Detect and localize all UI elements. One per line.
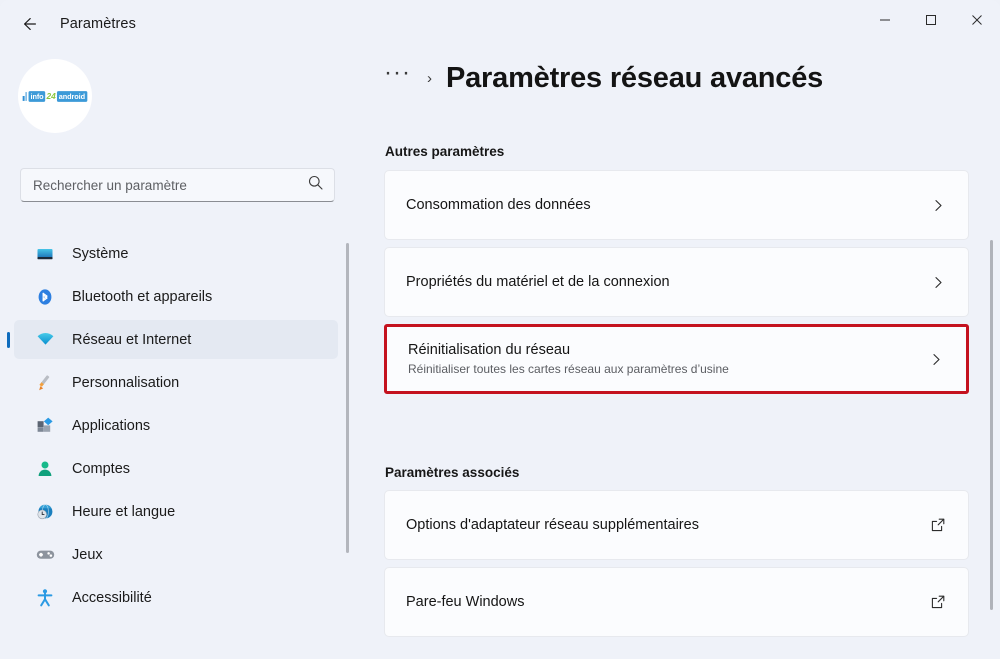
maximize-icon xyxy=(926,15,936,25)
card-text: Pare-feu Windows xyxy=(406,593,924,612)
apps-icon xyxy=(34,415,56,437)
chevron-right-icon xyxy=(922,352,944,367)
breadcrumb-separator: › xyxy=(426,70,432,87)
card-title: Propriétés du matériel et de la connexio… xyxy=(406,273,670,290)
section-heading-other-settings: Autres paramètres xyxy=(385,144,505,159)
logo-text-mid: 24 xyxy=(46,90,56,101)
card-additional-network-adapter-options[interactable]: Options d'adaptateur réseau supplémentai… xyxy=(384,490,969,560)
search-icon[interactable] xyxy=(307,174,324,196)
logo-text-right: android xyxy=(56,90,88,102)
sidebar-item-heure-et-langue[interactable]: Heure et langue xyxy=(14,492,338,531)
monitor-icon xyxy=(34,243,56,265)
search-input[interactable] xyxy=(33,177,307,193)
minimize-button[interactable] xyxy=(862,0,908,40)
card-network-reset[interactable]: Réinitialisation du réseau Réinitialiser… xyxy=(384,324,969,394)
card-title: Réinitialisation du réseau xyxy=(408,341,571,358)
sidebar-item-label: Comptes xyxy=(72,460,131,477)
back-button[interactable] xyxy=(12,8,46,40)
search-box[interactable] xyxy=(20,168,335,202)
account-row[interactable]: info 24 android xyxy=(18,59,92,133)
breadcrumb-overflow-button[interactable]: ··· xyxy=(384,58,411,88)
maximize-button[interactable] xyxy=(908,0,954,40)
close-button[interactable] xyxy=(954,0,1000,40)
sidebar-item-personnalisation[interactable]: Personnalisation xyxy=(14,363,338,402)
settings-window: Paramètres info 24 android Rechercher un… xyxy=(0,0,1000,659)
app-title: Paramètres xyxy=(60,16,136,32)
sidebar-item-label: Heure et langue xyxy=(72,503,176,520)
card-text: Propriétés du matériel et de la connexio… xyxy=(406,273,924,292)
sidebar-item-applications[interactable]: Applications xyxy=(14,406,338,445)
sidebar-item-jeux[interactable]: Jeux xyxy=(14,535,338,574)
breadcrumb: ··· › Paramètres réseau avancés xyxy=(384,59,824,95)
gamepad-icon xyxy=(34,544,56,566)
card-title: Options d'adaptateur réseau supplémentai… xyxy=(406,516,699,533)
title-bar: Paramètres xyxy=(0,0,1000,48)
chevron-right-icon xyxy=(924,198,946,213)
sidebar-item-label: Personnalisation xyxy=(72,374,180,391)
search-container xyxy=(20,168,335,202)
external-link-icon xyxy=(924,517,946,533)
main-scrollbar-thumb[interactable] xyxy=(990,240,993,610)
sidebar-nav: Système Bluetooth et appareils Réseau et… xyxy=(0,230,348,621)
sidebar: info 24 android Rechercher un paramètre … xyxy=(0,48,360,659)
sidebar-item-label: Applications xyxy=(72,417,151,434)
back-arrow-icon xyxy=(19,14,39,34)
sidebar-item-comptes[interactable]: Comptes xyxy=(14,449,338,488)
selection-indicator xyxy=(7,331,10,348)
card-text: Consommation des données xyxy=(406,196,924,215)
sidebar-scrollbar-thumb[interactable] xyxy=(346,243,349,553)
minimize-icon xyxy=(880,19,890,21)
bluetooth-icon xyxy=(34,286,56,308)
logo-bars-icon xyxy=(22,91,28,101)
page-title: Paramètres réseau avancés xyxy=(445,62,824,94)
sidebar-item-label: Réseau et Internet xyxy=(72,331,192,348)
sidebar-item-bluetooth[interactable]: Bluetooth et appareils xyxy=(14,277,338,316)
sidebar-item-systeme[interactable]: Système xyxy=(14,234,338,273)
card-text: Options d'adaptateur réseau supplémentai… xyxy=(406,516,924,535)
accessibility-icon xyxy=(34,587,56,609)
sidebar-item-label: Bluetooth et appareils xyxy=(72,288,213,305)
card-text: Réinitialisation du réseau Réinitialiser… xyxy=(408,341,922,378)
logo-text-left: info xyxy=(28,90,46,102)
card-windows-firewall[interactable]: Pare-feu Windows xyxy=(384,567,969,637)
chevron-right-icon xyxy=(924,275,946,290)
external-link-icon xyxy=(924,594,946,610)
sidebar-item-label: Système xyxy=(72,245,129,262)
sidebar-item-label: Jeux xyxy=(72,546,103,563)
paintbrush-icon xyxy=(34,372,56,394)
close-icon xyxy=(972,15,982,25)
info24android-logo: info 24 android xyxy=(22,90,88,102)
person-icon xyxy=(34,458,56,480)
card-hardware-connection-properties[interactable]: Propriétés du matériel et de la connexio… xyxy=(384,247,969,317)
sidebar-item-accessibilite[interactable]: Accessibilité xyxy=(14,578,338,617)
clock-globe-icon xyxy=(34,501,56,523)
sidebar-item-reseau-et-internet[interactable]: Réseau et Internet xyxy=(7,320,338,359)
card-data-usage[interactable]: Consommation des données xyxy=(384,170,969,240)
main-content: ··· › Paramètres réseau avancés Autres p… xyxy=(360,48,1000,659)
window-controls xyxy=(862,0,1000,40)
sidebar-item-label: Accessibilité xyxy=(72,589,152,606)
card-subtitle: Réinitialiser toutes les cartes réseau a… xyxy=(408,361,729,376)
section-heading-related-settings: Paramètres associés xyxy=(385,465,520,480)
wifi-icon xyxy=(34,329,56,351)
card-title: Pare-feu Windows xyxy=(406,593,525,610)
avatar[interactable]: info 24 android xyxy=(18,59,92,133)
card-title: Consommation des données xyxy=(406,196,591,213)
